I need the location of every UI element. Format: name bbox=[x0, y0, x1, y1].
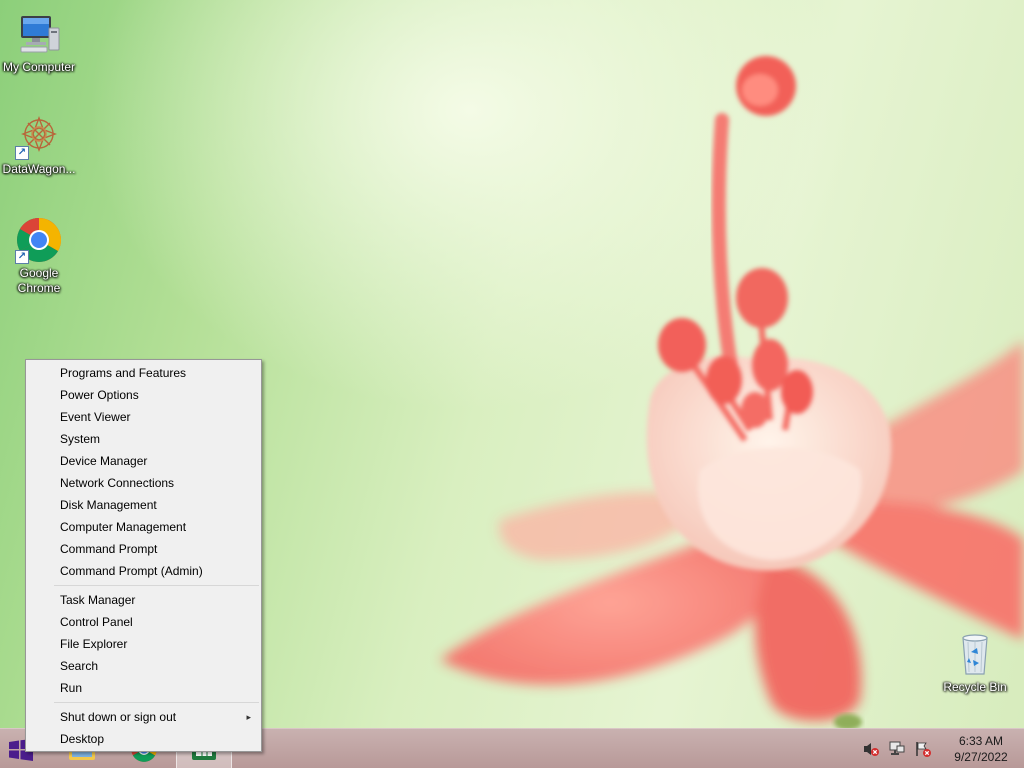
recycle-bin-icon bbox=[951, 630, 999, 678]
desktop-icon-datawagon[interactable]: ↗ DataWagon... bbox=[0, 112, 78, 177]
menu-item-file-explorer[interactable]: File Explorer bbox=[26, 633, 261, 655]
menu-item-command-prompt[interactable]: Command Prompt bbox=[26, 538, 261, 560]
menu-item-disk-management[interactable]: Disk Management bbox=[26, 494, 261, 516]
shortcut-arrow-icon: ↗ bbox=[15, 250, 29, 264]
menu-item-task-manager[interactable]: Task Manager bbox=[26, 589, 261, 611]
desktop-icon-label: DataWagon... bbox=[2, 162, 76, 176]
volume-muted-icon[interactable] bbox=[860, 738, 882, 760]
menu-item-computer-management[interactable]: Computer Management bbox=[26, 516, 261, 538]
desktop-icon-label: My Computer bbox=[2, 60, 76, 74]
menu-separator bbox=[54, 585, 259, 586]
menu-item-label: Shut down or sign out bbox=[60, 710, 177, 724]
clock-date: 9/27/2022 bbox=[954, 750, 1008, 764]
computer-icon bbox=[15, 10, 63, 58]
quick-link-context-menu: Programs and Features Power Options Even… bbox=[25, 359, 262, 752]
desktop-icon-label: Google Chrome bbox=[17, 266, 61, 295]
menu-item-system[interactable]: System bbox=[26, 428, 261, 450]
clock-time: 6:33 AM bbox=[958, 734, 1004, 748]
network-icon[interactable] bbox=[886, 738, 908, 760]
desktop-icon-recycle-bin[interactable]: Recycle Bin bbox=[936, 630, 1014, 695]
desktop-icon-label: Recycle Bin bbox=[943, 680, 1007, 694]
menu-item-event-viewer[interactable]: Event Viewer bbox=[26, 406, 261, 428]
shortcut-arrow-icon: ↗ bbox=[15, 146, 29, 160]
menu-item-desktop[interactable]: Desktop bbox=[26, 728, 261, 750]
menu-item-device-manager[interactable]: Device Manager bbox=[26, 450, 261, 472]
menu-item-search[interactable]: Search bbox=[26, 655, 261, 677]
menu-item-control-panel[interactable]: Control Panel bbox=[26, 611, 261, 633]
system-tray: 6:33 AM 9/27/2022 bbox=[860, 729, 1024, 768]
menu-separator bbox=[54, 702, 259, 703]
datawagon-logo-icon: ↗ bbox=[15, 112, 63, 160]
desktop-icon-my-computer[interactable]: My Computer bbox=[0, 10, 78, 75]
desktop-icon-google-chrome[interactable]: ↗ Google Chrome bbox=[0, 216, 78, 296]
action-center-flag-icon[interactable] bbox=[912, 738, 934, 760]
menu-item-shut-down-or-sign-out[interactable]: Shut down or sign out ▸ bbox=[26, 706, 261, 728]
taskbar-clock[interactable]: 6:33 AM 9/27/2022 bbox=[942, 733, 1020, 765]
menu-item-run[interactable]: Run bbox=[26, 677, 261, 699]
menu-item-command-prompt-admin[interactable]: Command Prompt (Admin) bbox=[26, 560, 261, 582]
chrome-icon: ↗ bbox=[15, 216, 63, 264]
menu-item-network-connections[interactable]: Network Connections bbox=[26, 472, 261, 494]
menu-item-programs-and-features[interactable]: Programs and Features bbox=[26, 362, 261, 384]
menu-item-power-options[interactable]: Power Options bbox=[26, 384, 261, 406]
submenu-arrow-icon: ▸ bbox=[246, 712, 251, 722]
